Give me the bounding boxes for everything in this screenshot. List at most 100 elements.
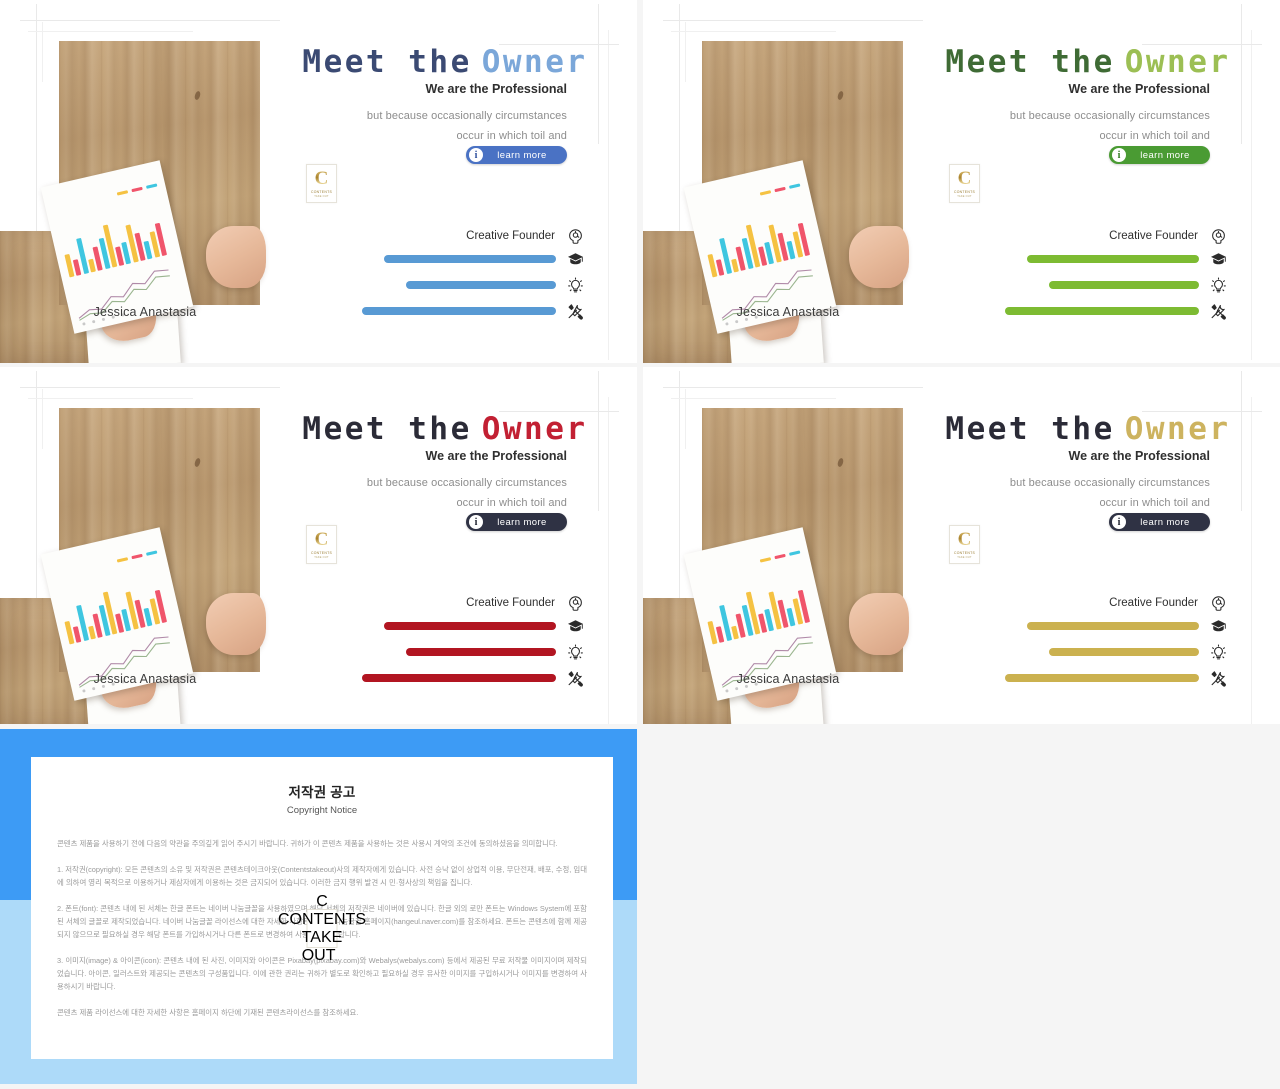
skill-bar [361,674,556,682]
learn-more-label: learn more [497,516,547,528]
mini-chart-bar [88,625,96,640]
owner-name-caption: Jessica Anastasia [93,305,197,319]
brand-logo-watermark: C CONTENTS TAKE OUT [306,164,337,203]
head-idea-icon [1208,593,1228,613]
mini-chart-legend-swatch [116,190,129,196]
copyright-card: 저작권 공고 Copyright Notice 콘텐츠 제품을 사용하기 전에 … [31,757,613,1059]
slide-content: Meet the Owner We are the Professional but … [295,0,595,363]
skills-list: Creative Founder [335,226,585,324]
mini-chart-legend-swatch [759,557,772,563]
head-idea-icon [565,593,585,613]
mini-chart-bar [64,253,75,278]
lightbulb-icon [1208,275,1228,295]
skill-bar [1026,622,1199,630]
skill-bar [1026,255,1199,263]
learn-more-button[interactable]: i learn more [466,146,567,164]
skill-bar-track [335,622,556,630]
info-icon: i [1112,148,1126,162]
decor-line [608,30,609,360]
decor-line [598,371,599,511]
body-text-line-1: but because occasionally circumstances [1009,477,1210,489]
brand-logo-letter: C [314,168,329,189]
skill-row [335,639,585,665]
skill-row [335,246,585,272]
decor-line [598,4,599,144]
skill-bar-track [335,307,556,315]
graduation-cap-icon [1208,249,1228,269]
brand-logo-line2: TAKE OUT [314,556,329,559]
body-text-line-2: occur in which toil and [1099,130,1210,142]
head-idea-icon [565,226,585,246]
skill-row [978,246,1228,272]
mini-chart-legend-swatch [789,183,801,189]
graduation-cap-icon [1208,616,1228,636]
skill-bar [383,255,556,263]
mini-chart-bar [731,258,739,273]
mini-chart-bar [707,253,718,278]
slide-content: Meet the Owner We are the Professional but … [938,367,1238,724]
brand-logo-line2: TAKE OUT [301,928,343,964]
mini-chart-legend-swatch [131,553,143,560]
lightbulb-icon [565,275,585,295]
title-part-accent: Owner [481,411,588,447]
skill-bar [405,648,556,656]
decor-line [608,397,609,724]
skill-bar [405,281,556,289]
skill-bar-track [335,648,556,656]
skill-bar [1048,281,1199,289]
hand [849,593,909,655]
role-row: Creative Founder [335,226,585,246]
tools-icon [565,301,585,321]
wood-knot [193,90,202,101]
copyright-title: 저작권 공고 [288,785,356,800]
role-label: Creative Founder [1109,597,1198,609]
skill-bar [361,307,556,315]
role-label: Creative Founder [1109,230,1198,242]
info-icon: i [469,515,483,529]
learn-more-button[interactable]: i learn more [466,513,567,531]
slide-deck-preview: Jessica Anastasia Meet the Owner We are the… [0,0,1280,1089]
skill-row [978,639,1228,665]
skill-row [335,298,585,324]
skill-row [978,613,1228,639]
brand-logo-letter: C [957,168,972,189]
body-text-line-1: but because occasionally circumstances [366,110,567,122]
skill-row [335,665,585,691]
brand-logo-letter: C [316,892,328,910]
tools-icon [1208,301,1228,321]
owner-photo: Jessica Anastasia [0,367,290,724]
lightbulb-icon [565,642,585,662]
title-part-primary: Meet the [945,44,1115,80]
skill-bar-track [978,255,1199,263]
skill-row [335,613,585,639]
learn-more-button[interactable]: i learn more [1109,513,1210,531]
mini-chart-bar [707,620,718,645]
mini-chart-legend-swatch [774,553,786,560]
skill-row [335,272,585,298]
head-idea-icon [1208,226,1228,246]
owner-name-caption: Jessica Anastasia [736,672,840,686]
copyright-paragraph: 1. 저작권(copyright): 모든 콘텐츠의 소유 및 저작권은 콘텐츠… [57,864,587,887]
copyright-paragraph: 콘텐츠 제품 라이선스에 대한 자세한 사항은 홈페이지 하단에 기재된 콘텐츠… [57,1007,359,1017]
title-part-primary: Meet the [302,44,472,80]
wood-knot [836,457,845,468]
title-part-accent: Owner [1124,411,1231,447]
mini-chart-legend-swatch [789,550,801,556]
skill-bar-track [978,622,1199,630]
brand-logo-line1: CONTENTS [953,190,976,194]
brand-logo-line2: TAKE OUT [314,195,329,198]
skill-bar-track [978,307,1199,315]
page-title: Meet the Owner [938,411,1238,447]
decor-line [1241,4,1242,144]
brand-logo-line1: CONTENTS [310,551,333,555]
mini-chart-bar [73,626,82,643]
brand-logo-line1: CONTENTS [953,551,976,555]
mini-chart-legend-swatch [116,557,129,563]
learn-more-label: learn more [1140,149,1190,161]
role-label: Creative Founder [466,230,555,242]
brand-logo-watermark: C CONTENTS TAKE OUT [949,525,980,564]
learn-more-button[interactable]: i learn more [1109,146,1210,164]
brand-logo-line2: TAKE OUT [957,195,972,198]
mini-chart-legend-swatch [146,183,158,189]
brand-logo-watermark: C CONTENTS TAKE OUT [949,164,980,203]
